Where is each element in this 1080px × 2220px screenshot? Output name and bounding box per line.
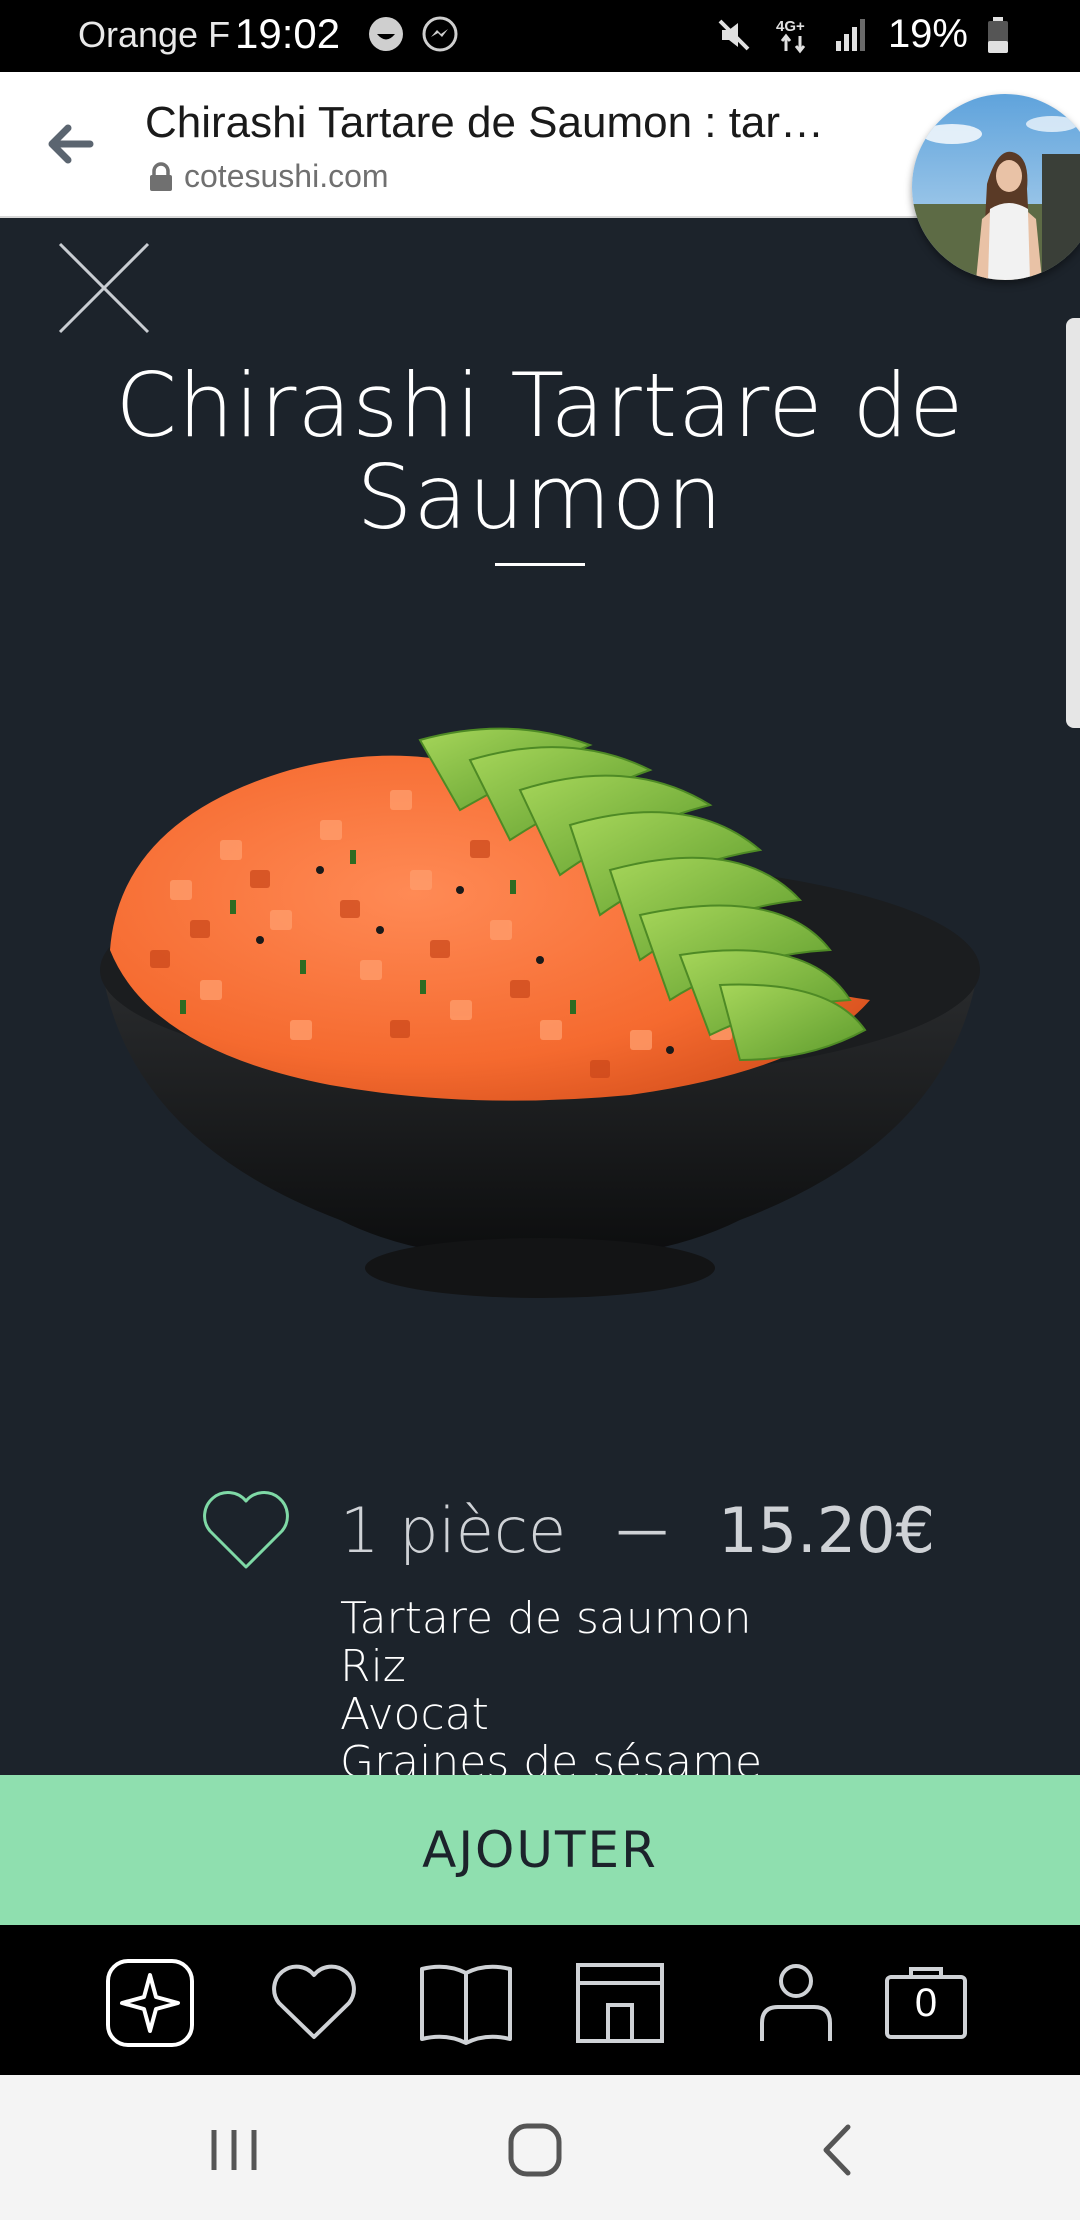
account-icon (760, 1964, 832, 2041)
screen: Orange F 19:02 4G+ 19% Chirashi Tartare … (0, 0, 1080, 2220)
back-arrow-icon[interactable] (40, 114, 100, 174)
mute-icon (718, 19, 750, 50)
svg-text:4G+: 4G+ (776, 18, 805, 35)
store-icon (576, 1963, 664, 2043)
nav-favorites[interactable] (264, 1953, 364, 2053)
favorite-heart-icon[interactable] (200, 1489, 292, 1571)
signal-icon (835, 18, 865, 51)
url-row: cotesushi.com (148, 158, 389, 195)
back-nav-icon[interactable] (798, 2115, 878, 2185)
bottom-nav: 0 (0, 1925, 1080, 2075)
quantity-label: 1 pièce (340, 1493, 567, 1567)
home-button-icon[interactable] (495, 2115, 575, 2185)
menu-book-icon (420, 1964, 512, 2045)
product-title: Chirashi Tartare de Saumon (115, 354, 965, 549)
nav-account[interactable] (746, 1953, 846, 2053)
url-text: cotesushi.com (184, 158, 389, 194)
add-to-cart-button[interactable]: AJOUTER (0, 1775, 1080, 1925)
separator: — (616, 1500, 669, 1560)
cart-count: 0 (914, 1981, 938, 2025)
recent-apps-icon[interactable] (194, 2115, 274, 2185)
price-label: 15.20€ (718, 1493, 936, 1567)
favorites-heart-icon (272, 1964, 356, 2039)
carrier-label: Orange F (78, 14, 231, 55)
home-logo-icon (106, 1959, 194, 2047)
title-underline (495, 563, 585, 566)
emoji-notification-icon (369, 17, 403, 51)
ingredients-list: Tartare de saumon Riz Avocat Graines de … (340, 1595, 762, 1775)
battery-icon (988, 16, 1008, 53)
system-indicators: 4G+ 19% (714, 12, 1010, 57)
notification-icons (366, 14, 460, 54)
ingredient-item: Tartare de saumon (340, 1595, 752, 1644)
dish-image (100, 727, 980, 1298)
avatar-photo (912, 94, 1080, 280)
price-row: 1 pièce — 15.20€ (200, 1480, 980, 1580)
scrollbar[interactable] (1066, 318, 1080, 728)
page-title: Chirashi Tartare de Saumon : tar… (145, 98, 825, 147)
nav-menu[interactable] (416, 1953, 516, 2053)
nav-cart[interactable]: 0 (876, 1953, 976, 2053)
ingredient-item: Riz (340, 1641, 406, 1692)
ingredient-item: Graines de sésame (340, 1737, 763, 1776)
ingredient-item: Avocat (340, 1689, 489, 1740)
system-nav-bar (0, 2075, 1080, 2220)
close-icon[interactable] (56, 240, 152, 336)
messenger-icon (422, 16, 458, 52)
nav-home[interactable] (100, 1953, 200, 2053)
lock-icon (150, 161, 172, 191)
battery-percent: 19% (887, 12, 968, 56)
status-bar: Orange F 19:02 4G+ 19% (0, 0, 1080, 72)
clock: 19:02 (235, 10, 341, 57)
network-4g-icon: 4G+ (776, 18, 806, 53)
chat-head-avatar[interactable] (912, 94, 1080, 280)
nav-store[interactable] (570, 1953, 670, 2053)
